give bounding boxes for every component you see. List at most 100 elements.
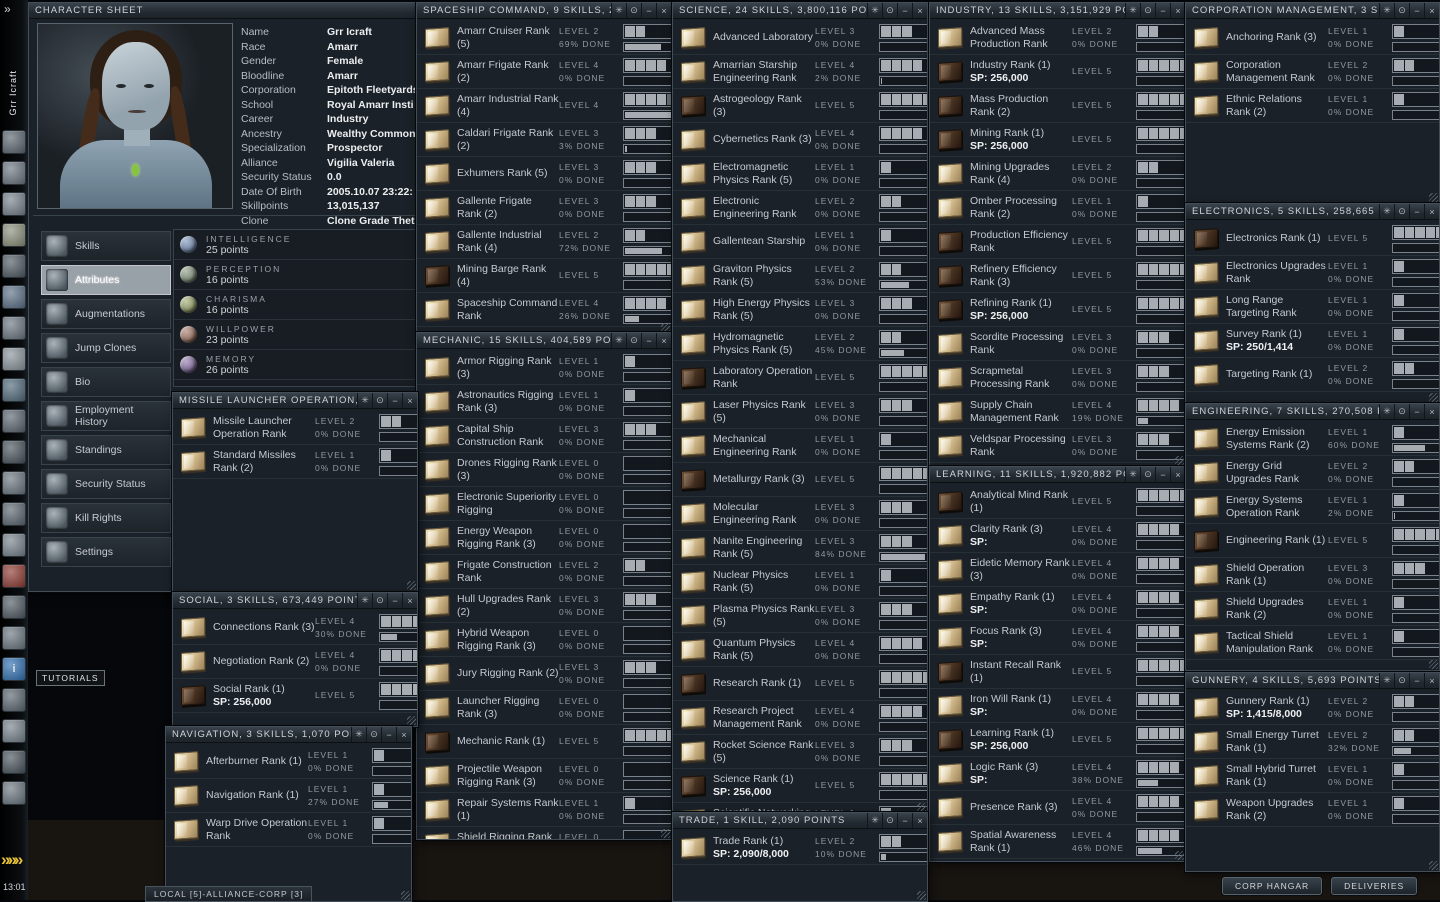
skill-row[interactable]: Shield Rigging Rank (3)LEVEL 00% DONE — [417, 827, 671, 839]
skill-row[interactable]: Small Energy Turret Rank (1) LEVEL 2 32% D… — [1186, 725, 1439, 759]
skill-row[interactable]: Research Rank (1) LEVEL 5 — [673, 667, 927, 701]
skill-row[interactable]: Empathy Rank (1) SP: LEVEL 4 0% DONE — [930, 587, 1185, 621]
compact-icon[interactable]: ⊙ — [1394, 3, 1409, 18]
tab-security-status[interactable]: Security Status — [41, 469, 171, 499]
skill-row[interactable]: Advanced Laboratory LEVEL 3 0% DONE — [673, 21, 927, 55]
minimize-icon[interactable]: − — [381, 727, 396, 742]
skill-row[interactable]: Mining Barge Rank (4) LEVEL 5 — [417, 259, 671, 293]
window-resize-grip[interactable] — [407, 716, 416, 725]
moon-icon[interactable] — [2, 719, 26, 743]
skill-row[interactable]: Spaceship Command Rank LEVEL 4 26% DONE — [417, 293, 671, 327]
window-titlebar[interactable]: NAVIGATION, 3 SKILLS, 1,070 POINTS✳⊙−× — [166, 727, 411, 743]
window-resize-grip[interactable] — [1175, 851, 1184, 860]
window-resize-grip[interactable] — [661, 323, 670, 332]
window-resize-grip[interactable] — [917, 891, 926, 900]
close-icon[interactable]: × — [1424, 404, 1439, 419]
neocom-bottom-arrows[interactable]: »»» — [1, 850, 23, 870]
skill-row[interactable]: Metallurgy Rank (3) LEVEL 5 — [673, 463, 927, 497]
tab-employment-history[interactable]: Employment History — [41, 401, 171, 431]
close-icon[interactable]: × — [1424, 3, 1439, 18]
skill-row[interactable]: Industry Rank (1) SP: 256,000 LEVEL 5 — [930, 55, 1185, 89]
skill-row[interactable]: Analytical Mind Rank (1) LEVEL 5 — [930, 485, 1185, 519]
skill-row[interactable]: Long Range Targeting Rank LEVEL 1 0% DONE — [1186, 290, 1439, 324]
skill-row[interactable]: Refining Rank (1) SP: 256,000 LEVEL 5 — [930, 293, 1185, 327]
window-resize-grip[interactable] — [1429, 660, 1438, 669]
skill-row[interactable]: Cybernetics Rank (3) LEVEL 4 0% DONE — [673, 123, 927, 157]
skill-row[interactable]: Mining Upgrades Rank (4) LEVEL 2 0% DONE — [930, 157, 1185, 191]
skill-row[interactable]: Drones Rigging Rank (3) LEVEL 0 0% DONE — [417, 453, 671, 487]
market-icon[interactable] — [2, 285, 26, 309]
window-titlebar[interactable]: SCIENCE, 24 SKILLS, 3,800,116 POINTS✳⊙−× — [673, 3, 927, 19]
skill-row[interactable]: Iron Will Rank (1) SP: LEVEL 4 0% DONE — [930, 689, 1185, 723]
corp-hangar-button[interactable]: CORP HANGAR — [1222, 877, 1323, 895]
compact-icon[interactable]: ⊙ — [1394, 673, 1409, 688]
fitting-icon[interactable] — [2, 316, 26, 340]
skill-row[interactable]: Electromagnetic Physics Rank (5) LEVEL 10… — [673, 157, 927, 191]
pin-icon[interactable]: ✳ — [867, 813, 882, 828]
pin-icon[interactable]: ✳ — [1125, 3, 1140, 18]
tab-bio[interactable]: Bio — [41, 367, 171, 397]
close-icon[interactable]: × — [396, 727, 411, 742]
skill-row[interactable]: Astrogeology Rank (3) LEVEL 5 — [673, 89, 927, 123]
window-titlebar[interactable]: SPACESHIP COMMAND, 9 SKILLS, 2,258✳⊙−× — [417, 3, 671, 19]
close-icon[interactable]: × — [1170, 467, 1185, 482]
skill-row[interactable]: Scrapmetal Processing Rank LEVEL 3 0% DONE — [930, 361, 1185, 395]
skill-row[interactable]: Small Hybrid Turret Rank (1) LEVEL 1 0% DO… — [1186, 759, 1439, 793]
window-titlebar[interactable]: ELECTRONICS, 5 SKILLS, 258,665 POINT✳⊙−× — [1186, 204, 1439, 220]
tab-jump-clones[interactable]: Jump Clones — [41, 333, 171, 363]
skill-row[interactable]: Rocket Science Rank (5) LEVEL 3 0% DONE — [673, 735, 927, 769]
window-resize-grip[interactable] — [407, 581, 416, 590]
skill-row[interactable]: Laser Physics Rank (5) LEVEL 3 0% DONE — [673, 395, 927, 429]
compact-icon[interactable]: ⊙ — [372, 393, 387, 408]
close-icon[interactable]: × — [656, 333, 671, 348]
skill-row[interactable]: Launcher Rigging Rank (3) LEVEL 0 0% DONE — [417, 691, 671, 725]
skill-row[interactable]: Engineering Rank (1) LEVEL 5 — [1186, 524, 1439, 558]
minimize-icon[interactable]: − — [1409, 3, 1424, 18]
close-icon[interactable]: × — [402, 393, 417, 408]
info-icon[interactable]: i — [2, 657, 26, 681]
window-titlebar[interactable]: MISSILE LAUNCHER OPERATION, 2 SKILL✳⊙−× — [173, 393, 417, 409]
window-titlebar[interactable]: TRADE, 1 SKILL, 2,090 POINTS ✳ ⊙ − × — [673, 813, 927, 829]
skill-row[interactable]: Presence Rank (3) LEVEL 4 0% DONE — [930, 791, 1185, 825]
skill-row[interactable]: Missile Launcher Operation Rank LEVEL 2 0%… — [173, 411, 417, 445]
skill-row[interactable]: Ethnic Relations Rank (2) LEVEL 1 0% DONE — [1186, 89, 1439, 123]
skill-row[interactable]: Spatial Awareness Rank (1) LEVEL 4 46% DON… — [930, 825, 1185, 859]
skill-row[interactable]: High Energy Physics Rank (5) LEVEL 3 0% DO… — [673, 293, 927, 327]
skill-row[interactable]: Gallente Frigate Rank (2) LEVEL 3 0% DONE — [417, 191, 671, 225]
people-icon[interactable] — [2, 254, 26, 278]
window-titlebar[interactable]: CORPORATION MANAGEMENT, 3 SKILLS,✳⊙−× — [1186, 3, 1439, 19]
pin-icon[interactable]: ✳ — [1379, 404, 1394, 419]
compact-icon[interactable]: ⊙ — [1140, 3, 1155, 18]
tutorial-icon[interactable] — [2, 688, 26, 712]
skill-row[interactable]: Plasma Physics Rank (5) LEVEL 3 0% DONE — [673, 599, 927, 633]
skill-row[interactable]: Graviton Physics Rank (5) LEVEL 2 53% DONE — [673, 259, 927, 293]
compact-icon[interactable]: ⊙ — [626, 3, 641, 18]
skill-row[interactable]: Advanced Mass Production Rank LEVEL 2 0% D… — [930, 21, 1185, 55]
skill-row[interactable]: Focus Rank (3) SP: LEVEL 4 0% DONE — [930, 621, 1185, 655]
minimize-icon[interactable]: − — [1409, 204, 1424, 219]
skill-row[interactable]: Jury Rigging Rank (2) LEVEL 3 0% DONE — [417, 657, 671, 691]
skill-row[interactable]: Electronic Superiority Rigging LEVEL 0 0% … — [417, 487, 671, 521]
minimize-icon[interactable]: − — [1409, 404, 1424, 419]
close-icon[interactable]: × — [402, 593, 417, 608]
notepad-icon[interactable] — [2, 223, 26, 247]
window-resize-grip[interactable] — [917, 803, 926, 812]
neocom-expand-arrow[interactable]: » — [4, 2, 11, 16]
skill-row[interactable]: Mechanic Rank (1) LEVEL 5 — [417, 725, 671, 759]
help-icon[interactable] — [2, 781, 26, 805]
close-icon[interactable]: × — [1170, 3, 1185, 18]
skill-row[interactable]: Molecular Engineering Rank LEVEL 3 0% DONE — [673, 497, 927, 531]
pin-icon[interactable]: ✳ — [1125, 467, 1140, 482]
red-target-icon[interactable] — [2, 564, 26, 588]
skill-row[interactable]: Mechanical Engineering Rank LEVEL 1 0% DON… — [673, 429, 927, 463]
skill-row[interactable]: Connections Rank (3) LEVEL 4 30% DONE — [173, 611, 417, 645]
tab-standings[interactable]: Standings — [41, 435, 171, 465]
compact-icon[interactable]: ⊙ — [1394, 404, 1409, 419]
skill-row[interactable]: Energy Systems Operation Rank LEVEL 1 2% D… — [1186, 490, 1439, 524]
skill-row[interactable]: Weapon Upgrades Rank (2) LEVEL 1 0% DONE — [1186, 793, 1439, 827]
tab-kill-rights[interactable]: Kill Rights — [41, 503, 171, 533]
skill-row[interactable]: Survey Rank (1) SP: 250/1,414 LEVEL 1 0% DO… — [1186, 324, 1439, 358]
wallet-icon[interactable] — [2, 161, 26, 185]
skill-row[interactable]: Mass Production Rank (2) LEVEL 5 — [930, 89, 1185, 123]
tab-settings[interactable]: Settings — [41, 537, 171, 567]
